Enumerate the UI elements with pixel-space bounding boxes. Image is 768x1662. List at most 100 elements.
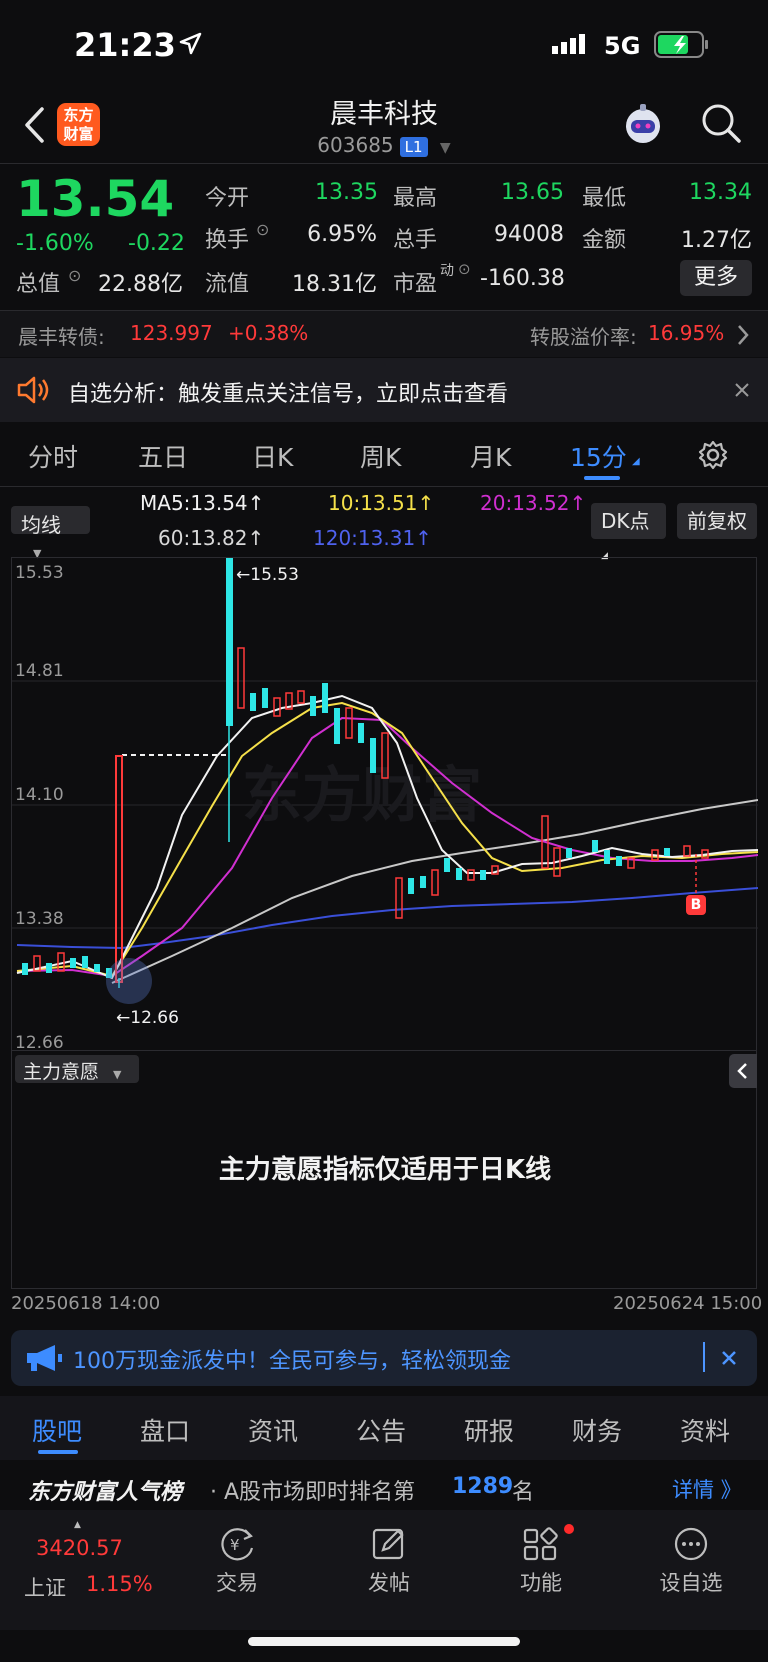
banner-separator xyxy=(703,1342,705,1372)
gear-icon[interactable] xyxy=(698,440,728,470)
content-tabs: 股吧 盘口 资讯 公告 研报 财务 资料 xyxy=(0,1396,768,1460)
bond-name: 晨丰转债: xyxy=(18,325,105,349)
kline-chart[interactable]: 东方财富 15.53 14.81 14.10 13.38 12.66 ←15.5… xyxy=(11,557,758,1052)
premium-value: 16.95% xyxy=(648,321,725,345)
total-value-label: 总值 xyxy=(16,272,61,297)
robot-assistant-icon[interactable] xyxy=(620,102,666,148)
collapse-toggle[interactable] xyxy=(729,1054,757,1088)
ranking-prefix: · A股市场即时排名第 xyxy=(210,1480,416,1505)
chart-tabs: 分时 五日 日K 周K 月K 15分 ◢ xyxy=(0,424,768,484)
ma20-legend: 20:13.52↑ xyxy=(480,491,587,515)
pe-superscript: 动 xyxy=(440,263,454,279)
location-icon xyxy=(179,32,202,55)
tab-research[interactable]: 研报 xyxy=(464,1412,514,1448)
chevron-down-icon: ▼ xyxy=(113,1068,122,1081)
chevron-right-icon[interactable] xyxy=(736,324,750,346)
scroll-handle[interactable] xyxy=(106,958,152,1004)
post-label: 发帖 xyxy=(368,1571,410,1595)
tab-news[interactable]: 资讯 xyxy=(248,1412,298,1448)
bond-price: 123.997 xyxy=(130,321,213,345)
functions-button[interactable]: 功能 xyxy=(486,1526,596,1597)
promo-banner[interactable]: 100万现金派发中！全民可参与，轻松领现金 xyxy=(11,1330,757,1386)
adjust-button[interactable]: 前复权 xyxy=(677,503,757,539)
svg-text:¥: ¥ xyxy=(230,1536,240,1554)
tab-weekly-k[interactable]: 周K xyxy=(360,438,401,474)
current-price: 13.54 xyxy=(16,170,175,228)
premium-label: 转股溢价率: xyxy=(530,325,637,349)
add-watchlist-label: 设自选 xyxy=(659,1571,723,1595)
indicator-message: 主力意愿指标仅适用于日K线 xyxy=(218,1155,552,1185)
amount-value: 1.27亿 xyxy=(681,228,752,253)
index-name[interactable]: 上证 xyxy=(24,1572,66,1602)
turnover-value: 6.95% xyxy=(307,222,377,247)
dk-point-label: DK点 xyxy=(601,509,650,533)
dk-point-button[interactable]: DK点◢ xyxy=(591,503,666,561)
turnover-label: 换手 xyxy=(205,228,250,253)
tab-profile[interactable]: 资料 xyxy=(680,1412,730,1448)
chevron-down-icon[interactable]: ▼ xyxy=(440,140,451,156)
l1-badge[interactable]: L1 xyxy=(399,137,428,157)
notice-text: 自选分析：触发重点关注信号，立即点击查看 xyxy=(68,382,509,407)
index-change[interactable]: 1.15% xyxy=(86,1572,153,1596)
add-watchlist-button[interactable]: 设自选 xyxy=(636,1526,746,1597)
ranking-suffix: 名 xyxy=(512,1480,535,1505)
megaphone-icon xyxy=(27,1345,62,1371)
tab-five-day[interactable]: 五日 xyxy=(138,438,188,474)
functions-label: 功能 xyxy=(520,1571,562,1595)
tab-15min[interactable]: 15分 xyxy=(570,438,627,474)
ranking-detail-link[interactable]: 详情 》 xyxy=(672,1474,742,1504)
open-label: 今开 xyxy=(205,186,250,211)
tab-guba[interactable]: 股吧 xyxy=(32,1412,82,1448)
tabs-divider xyxy=(0,486,768,487)
more-dots-icon xyxy=(674,1527,708,1561)
ma120-line xyxy=(16,887,758,950)
signal-icon xyxy=(552,34,585,54)
notice-bar[interactable]: 自选分析：触发重点关注信号，立即点击查看 xyxy=(0,358,768,422)
tab-intraday[interactable]: 分时 xyxy=(28,438,78,474)
chevron-left-icon xyxy=(737,1063,747,1079)
battery-icon xyxy=(654,31,708,58)
ma-selector[interactable]: 均线▼ xyxy=(11,506,90,560)
buy-signal-badge[interactable]: B xyxy=(686,895,706,915)
change-pct: -1.60% xyxy=(16,231,94,256)
info-icon[interactable]: ⊙ xyxy=(458,260,471,278)
index-value[interactable]: 3420.57 xyxy=(36,1536,123,1560)
ranking-number: 1289 xyxy=(452,1474,514,1499)
x-axis-end: 20250624 15:00 xyxy=(613,1293,763,1314)
trade-label: 交易 xyxy=(216,1571,258,1595)
info-icon[interactable]: ⊙ xyxy=(256,220,269,239)
active-tab-indicator xyxy=(38,1450,78,1454)
tab-announcements[interactable]: 公告 xyxy=(356,1412,406,1448)
indicator-selector[interactable]: 主力意愿 ▼ xyxy=(15,1055,139,1083)
bond-row[interactable]: 晨丰转债: 123.997 +0.38% 转股溢价率: 16.95% xyxy=(0,311,768,357)
volume-label: 总手 xyxy=(393,228,438,253)
indicator-panel: 主力意愿指标仅适用于日K线 xyxy=(11,1051,757,1289)
close-icon[interactable] xyxy=(734,382,750,398)
min-price-label: ←12.66 xyxy=(116,1008,179,1028)
caret-up-icon: ▲ xyxy=(74,1520,81,1530)
float-value-label: 流值 xyxy=(205,272,250,297)
float-value: 18.31亿 xyxy=(292,272,377,297)
post-button[interactable]: 发帖 xyxy=(334,1526,444,1597)
more-button[interactable]: 更多 xyxy=(680,260,752,296)
tab-daily-k[interactable]: 日K xyxy=(252,438,293,474)
indicator-selector-label: 主力意愿 xyxy=(23,1061,100,1083)
ma-selector-label: 均线 xyxy=(21,513,61,537)
tab-monthly-k[interactable]: 月K xyxy=(470,438,511,474)
close-icon[interactable] xyxy=(721,1350,737,1366)
popularity-brand: 东方财富人气榜 xyxy=(28,1480,183,1505)
popularity-row[interactable]: 东方财富人气榜 · A股市场即时排名第 1289 名 详情 》 xyxy=(0,1462,768,1508)
watermark: 东方财富 xyxy=(242,761,482,831)
tab-pankou[interactable]: 盘口 xyxy=(140,1412,190,1448)
trade-button[interactable]: ¥ 交易 xyxy=(182,1526,292,1597)
grid-icon xyxy=(523,1527,558,1561)
speaker-icon xyxy=(17,376,49,404)
header-divider xyxy=(0,163,768,164)
info-icon[interactable]: ⊙ xyxy=(68,266,81,285)
high-label: 最高 xyxy=(393,186,438,211)
network-label: 5G xyxy=(604,32,641,60)
tab-finance[interactable]: 财务 xyxy=(572,1412,622,1448)
search-icon[interactable] xyxy=(700,102,742,144)
volume-value: 94008 xyxy=(494,222,564,247)
low-label: 最低 xyxy=(582,186,627,211)
